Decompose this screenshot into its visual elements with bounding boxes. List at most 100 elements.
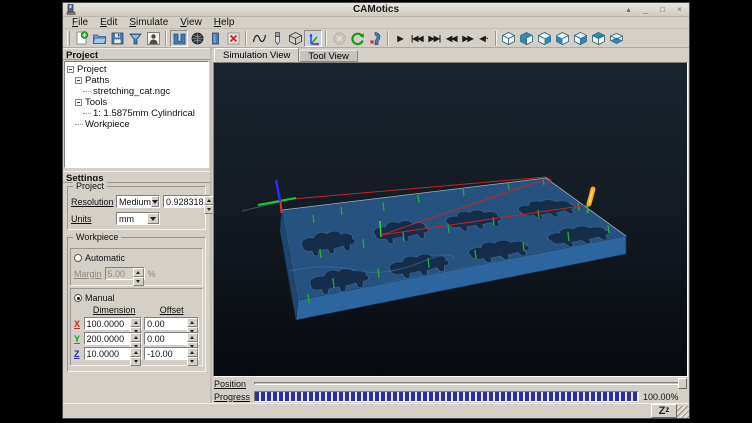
view-front-icon: [519, 31, 534, 46]
dropdown-arrow-icon[interactable]: [151, 196, 159, 207]
export-button[interactable]: [126, 30, 144, 47]
menu-file[interactable]: File: [67, 17, 93, 28]
view-left-button[interactable]: [554, 30, 572, 47]
resolution-value-spinner[interactable]: 0.928318: [163, 195, 211, 208]
reload-icon: [350, 31, 365, 46]
open-project-button[interactable]: [90, 30, 108, 47]
toolbar-separator: [387, 31, 389, 46]
skip-to-end-button[interactable]: ▶▶|: [426, 30, 444, 47]
show-bounds-toggle[interactable]: [286, 30, 304, 47]
z-axis-label[interactable]: Z: [74, 349, 82, 359]
window-title: CAMotics: [63, 4, 689, 15]
progress-label[interactable]: Progress: [214, 392, 250, 402]
resolution-select[interactable]: Medium: [116, 195, 160, 208]
tree-item-tool-1[interactable]: 1: 1.5875mm Cylindrical: [82, 108, 207, 119]
tree-item-workpiece[interactable]: Workpiece: [74, 119, 207, 130]
spinner-buttons[interactable]: [187, 318, 198, 329]
units-select[interactable]: mm: [116, 212, 160, 225]
tree-item-gcode-file[interactable]: stretching_cat.ngc: [82, 86, 207, 97]
reduce-button[interactable]: [366, 30, 384, 47]
save-project-button[interactable]: [108, 30, 126, 47]
menu-help[interactable]: Help: [209, 17, 240, 28]
y-offset-spinner[interactable]: 0.00: [144, 332, 199, 345]
view-back-button[interactable]: [536, 30, 554, 47]
spinner-buttons[interactable]: [130, 318, 141, 329]
tree-item-paths[interactable]: Paths: [74, 75, 207, 86]
tree-expand-icon[interactable]: [75, 77, 82, 84]
show-workpiece-toggle[interactable]: [206, 30, 224, 47]
tree-item-tools[interactable]: Tools: [74, 97, 207, 108]
settings-body: Project Resolution Medium 0.928318: [63, 183, 210, 382]
position-label[interactable]: Position: [214, 379, 250, 389]
new-file-button[interactable]: [72, 30, 90, 47]
save-floppy-icon: [110, 31, 125, 46]
show-axes-toggle[interactable]: [304, 30, 322, 47]
workpiece-icon: [208, 31, 223, 46]
toolbar-handle[interactable]: [67, 31, 70, 46]
resolution-label[interactable]: Resolution: [71, 197, 113, 207]
tree-item-project[interactable]: Project: [66, 64, 207, 75]
project-panel-title: Project: [63, 48, 210, 60]
stop-button[interactable]: [330, 30, 348, 47]
project-tree[interactable]: Project Paths stretching_cat.ngc Tools 1…: [64, 61, 209, 168]
show-toolpath-toggle[interactable]: [250, 30, 268, 47]
z-offset-spinner[interactable]: -10.00: [144, 347, 199, 360]
play-button[interactable]: ▶: [392, 30, 408, 47]
spinner-buttons[interactable]: [130, 333, 141, 344]
minimize-button[interactable]: _: [641, 5, 650, 14]
position-slider[interactable]: [254, 378, 687, 389]
menu-view[interactable]: View: [175, 17, 207, 28]
titlebar[interactable]: CAMotics ▴ _ □ ×: [63, 3, 689, 17]
menu-edit[interactable]: Edit: [95, 17, 122, 28]
units-label[interactable]: Units: [71, 214, 113, 224]
idle-indicator-button[interactable]: Zz: [651, 404, 677, 418]
x-offset-spinner[interactable]: 0.00: [144, 317, 199, 330]
close-button[interactable]: ×: [675, 5, 684, 14]
maximize-button[interactable]: □: [658, 5, 667, 14]
automatic-radio[interactable]: [74, 254, 82, 262]
faster-button[interactable]: ▶▶: [459, 30, 475, 47]
dropdown-arrow-icon[interactable]: [147, 213, 159, 224]
spinner-buttons[interactable]: [187, 348, 198, 359]
snapshot-button[interactable]: [144, 30, 162, 47]
show-tool-toggle[interactable]: [268, 30, 286, 47]
tree-expand-icon[interactable]: [67, 66, 74, 73]
manual-radio[interactable]: [74, 294, 82, 302]
view-right-button[interactable]: [572, 30, 590, 47]
new-file-icon: [74, 31, 89, 46]
y-dimension-spinner[interactable]: 200.0000: [84, 332, 143, 345]
menu-simulate[interactable]: Simulate: [124, 17, 173, 28]
shade-button[interactable]: ▴: [624, 5, 633, 14]
x-axis-label[interactable]: X: [74, 319, 82, 329]
tab-simulation-view[interactable]: Simulation View: [214, 48, 299, 62]
tree-branch-line: [83, 91, 91, 92]
tree-expand-icon[interactable]: [75, 99, 82, 106]
view-top-button[interactable]: [590, 30, 608, 47]
step-button[interactable]: ◀··: [476, 30, 492, 47]
progress-row: Progress 100.00%: [212, 390, 689, 403]
left-pane: Project Project Paths stretching_cat.ngc…: [63, 48, 212, 403]
toolpath-wave-icon: [252, 31, 267, 46]
slider-groove[interactable]: [254, 382, 687, 385]
skip-to-start-button[interactable]: |◀◀: [408, 30, 426, 47]
axes-icon: [306, 31, 321, 46]
slider-handle[interactable]: [678, 378, 687, 389]
show-cut-surface-toggle[interactable]: [170, 30, 188, 47]
view-front-button[interactable]: [518, 30, 536, 47]
resize-grip[interactable]: [677, 406, 689, 418]
spinner-buttons[interactable]: [130, 348, 141, 359]
x-dimension-spinner[interactable]: 100.0000: [84, 317, 143, 330]
view-right-icon: [573, 31, 588, 46]
simulation-viewport[interactable]: [213, 62, 688, 377]
z-dimension-spinner[interactable]: 10.0000: [84, 347, 143, 360]
view-bottom-button[interactable]: [608, 30, 626, 47]
spinner-buttons[interactable]: [187, 333, 198, 344]
slower-button[interactable]: ◀◀: [443, 30, 459, 47]
hide-surface-toggle[interactable]: [224, 30, 242, 47]
view-isometric-button[interactable]: [500, 30, 518, 47]
y-axis-label[interactable]: Y: [74, 334, 82, 344]
reload-button[interactable]: [348, 30, 366, 47]
show-wireframe-toggle[interactable]: [188, 30, 206, 47]
tab-tool-view[interactable]: Tool View: [299, 50, 358, 62]
wireframe-icon: [190, 31, 205, 46]
